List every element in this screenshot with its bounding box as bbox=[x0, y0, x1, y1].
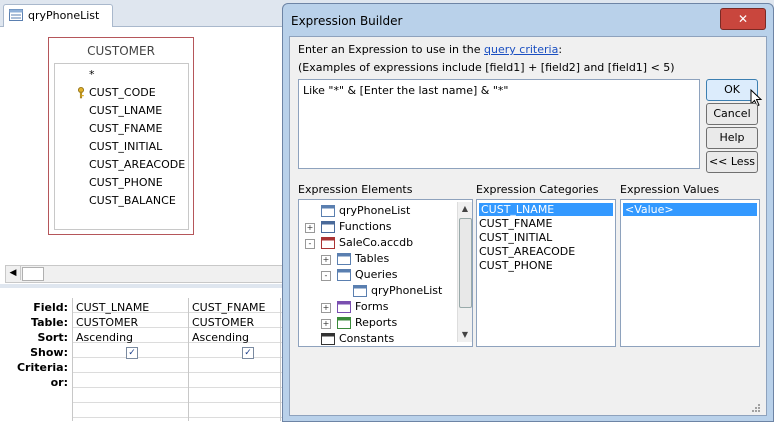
expand-toggle-icon[interactable]: + bbox=[321, 319, 331, 329]
grid-line bbox=[72, 372, 282, 373]
grid-cell-field[interactable]: CUST_LNAME bbox=[76, 301, 149, 314]
query-icon bbox=[9, 9, 23, 21]
scroll-left-icon[interactable]: ◀ bbox=[6, 266, 21, 280]
instruction-prefix: Enter an Expression to use in the bbox=[298, 43, 485, 56]
grid-line bbox=[72, 387, 282, 388]
horizontal-scrollbar[interactable]: ◀ bbox=[5, 265, 283, 283]
category-item[interactable]: CUST_INITIAL bbox=[479, 231, 552, 244]
grid-row-label: or: bbox=[50, 376, 68, 389]
tab-label: qryPhoneList bbox=[28, 9, 100, 22]
grid-cell-sort[interactable]: Ascending bbox=[76, 331, 133, 344]
help-button[interactable]: Help bbox=[706, 127, 758, 149]
expression-values-list[interactable]: <Value> bbox=[620, 199, 760, 347]
grid-line bbox=[72, 417, 282, 418]
primary-key-icon bbox=[78, 87, 84, 99]
expand-toggle-icon[interactable]: + bbox=[321, 255, 331, 265]
scroll-thumb[interactable] bbox=[459, 218, 472, 308]
expression-elements-label: Expression Elements bbox=[298, 183, 413, 196]
field-item[interactable]: * bbox=[89, 68, 95, 81]
instruction-suffix: : bbox=[558, 43, 563, 56]
tree-item-label[interactable]: SaleCo.accdb bbox=[339, 236, 413, 249]
field-item[interactable]: CUST_LNAME bbox=[89, 104, 162, 117]
expression-text: Like "*" & [Enter the last name] & "*" bbox=[303, 84, 509, 97]
grid-column-divider bbox=[280, 298, 281, 421]
grid-row-label: Sort: bbox=[37, 331, 68, 344]
tab-qryphonelist[interactable]: qryPhoneList bbox=[3, 4, 113, 27]
query-icon bbox=[353, 285, 367, 297]
vertical-scrollbar[interactable]: ▲ ▼ bbox=[457, 202, 472, 342]
table-icon bbox=[337, 253, 351, 265]
category-item[interactable]: CUST_PHONE bbox=[479, 259, 553, 272]
form-icon bbox=[337, 301, 351, 313]
tree-item-label[interactable]: Queries bbox=[355, 268, 397, 281]
dialog-title: Expression Builder bbox=[291, 14, 403, 28]
table-title: CUSTOMER bbox=[87, 44, 155, 58]
grid-row-label: Field: bbox=[33, 301, 68, 314]
expression-elements-tree[interactable]: ▲ ▼ qryPhoneList + Functions - SaleCo.accdb +… bbox=[298, 199, 473, 347]
grid-row-label: Show: bbox=[30, 346, 68, 359]
value-item[interactable]: <Value> bbox=[623, 203, 757, 216]
expression-categories-label: Expression Categories bbox=[476, 183, 599, 196]
tree-item-label[interactable]: qryPhoneList bbox=[339, 204, 410, 217]
tree-item-label[interactable]: Functions bbox=[339, 220, 392, 233]
less-button[interactable]: << Less bbox=[706, 151, 758, 173]
grid-cell-table[interactable]: CUSTOMER bbox=[76, 316, 138, 329]
field-item[interactable]: CUST_INITIAL bbox=[89, 140, 162, 153]
expression-builder-dialog: Expression Builder ✕ Enter an Expression… bbox=[282, 3, 774, 422]
query-criteria-link[interactable]: query criteria bbox=[484, 43, 558, 56]
field-list[interactable]: * CUST_CODE CUST_LNAME CUST_FNAME CUST_INITI… bbox=[54, 63, 189, 230]
cancel-button[interactable]: Cancel bbox=[706, 103, 758, 125]
examples-text: (Examples of expressions include [field1… bbox=[298, 61, 675, 74]
field-item[interactable]: CUST_FNAME bbox=[89, 122, 162, 135]
scroll-up-icon[interactable]: ▲ bbox=[458, 202, 472, 216]
tree-item-label[interactable]: Forms bbox=[355, 300, 388, 313]
expand-toggle-icon[interactable]: + bbox=[305, 223, 315, 233]
expression-input[interactable]: Like "*" & [Enter the last name] & "*" bbox=[298, 79, 700, 169]
tree-item-label[interactable]: Reports bbox=[355, 316, 397, 329]
function-icon bbox=[321, 221, 335, 233]
expand-toggle-icon[interactable]: - bbox=[321, 271, 331, 281]
grid-cell-sort[interactable]: Ascending bbox=[192, 331, 249, 344]
field-item[interactable]: CUST_AREACODE bbox=[89, 158, 185, 171]
scroll-thumb[interactable] bbox=[22, 267, 44, 281]
query-icon bbox=[337, 269, 351, 281]
grid-row-label: Table: bbox=[30, 316, 68, 329]
scroll-down-icon[interactable]: ▼ bbox=[458, 328, 472, 342]
query-design-grid: Field: Table: Sort: Show: Criteria: or: CUST_L… bbox=[0, 288, 282, 421]
constants-icon bbox=[321, 333, 335, 345]
tree-item-label[interactable]: qryPhoneList bbox=[371, 284, 442, 297]
field-item[interactable]: CUST_CODE bbox=[89, 86, 156, 99]
category-item[interactable]: CUST_FNAME bbox=[479, 217, 552, 230]
tree-item-label[interactable]: Constants bbox=[339, 332, 394, 345]
field-item[interactable]: CUST_PHONE bbox=[89, 176, 163, 189]
grid-row-label: Criteria: bbox=[16, 361, 68, 374]
expand-toggle-icon[interactable]: - bbox=[305, 239, 315, 249]
grid-column-divider bbox=[188, 298, 189, 421]
expression-categories-list[interactable]: CUST_LNAME CUST_FNAME CUST_INITIAL CUST_ARE… bbox=[476, 199, 616, 347]
customer-table-field-list[interactable]: CUSTOMER * CUST_CODE CUST_LNAME CUST_FNAME C… bbox=[48, 37, 194, 235]
tree-item-label[interactable]: Tables bbox=[355, 252, 389, 265]
resize-grip-icon[interactable] bbox=[751, 403, 761, 413]
grid-line bbox=[72, 402, 282, 403]
instruction-text: Enter an Expression to use in the query … bbox=[298, 43, 562, 56]
show-checkbox[interactable]: ✓ bbox=[242, 347, 254, 359]
query-icon bbox=[321, 205, 335, 217]
grid-cell-table[interactable]: CUSTOMER bbox=[192, 316, 254, 329]
category-item[interactable]: CUST_LNAME bbox=[479, 203, 613, 216]
database-icon bbox=[321, 237, 335, 249]
close-button[interactable]: ✕ bbox=[720, 8, 766, 30]
expand-toggle-icon[interactable]: + bbox=[321, 303, 331, 313]
expression-values-label: Expression Values bbox=[620, 183, 720, 196]
grid-cell-field[interactable]: CUST_FNAME bbox=[192, 301, 265, 314]
field-item[interactable]: CUST_BALANCE bbox=[89, 194, 176, 207]
category-item[interactable]: CUST_AREACODE bbox=[479, 245, 575, 258]
grid-column-divider bbox=[72, 298, 73, 421]
dialog-body: Enter an Expression to use in the query … bbox=[289, 36, 767, 416]
report-icon bbox=[337, 317, 351, 329]
show-checkbox[interactable]: ✓ bbox=[126, 347, 138, 359]
